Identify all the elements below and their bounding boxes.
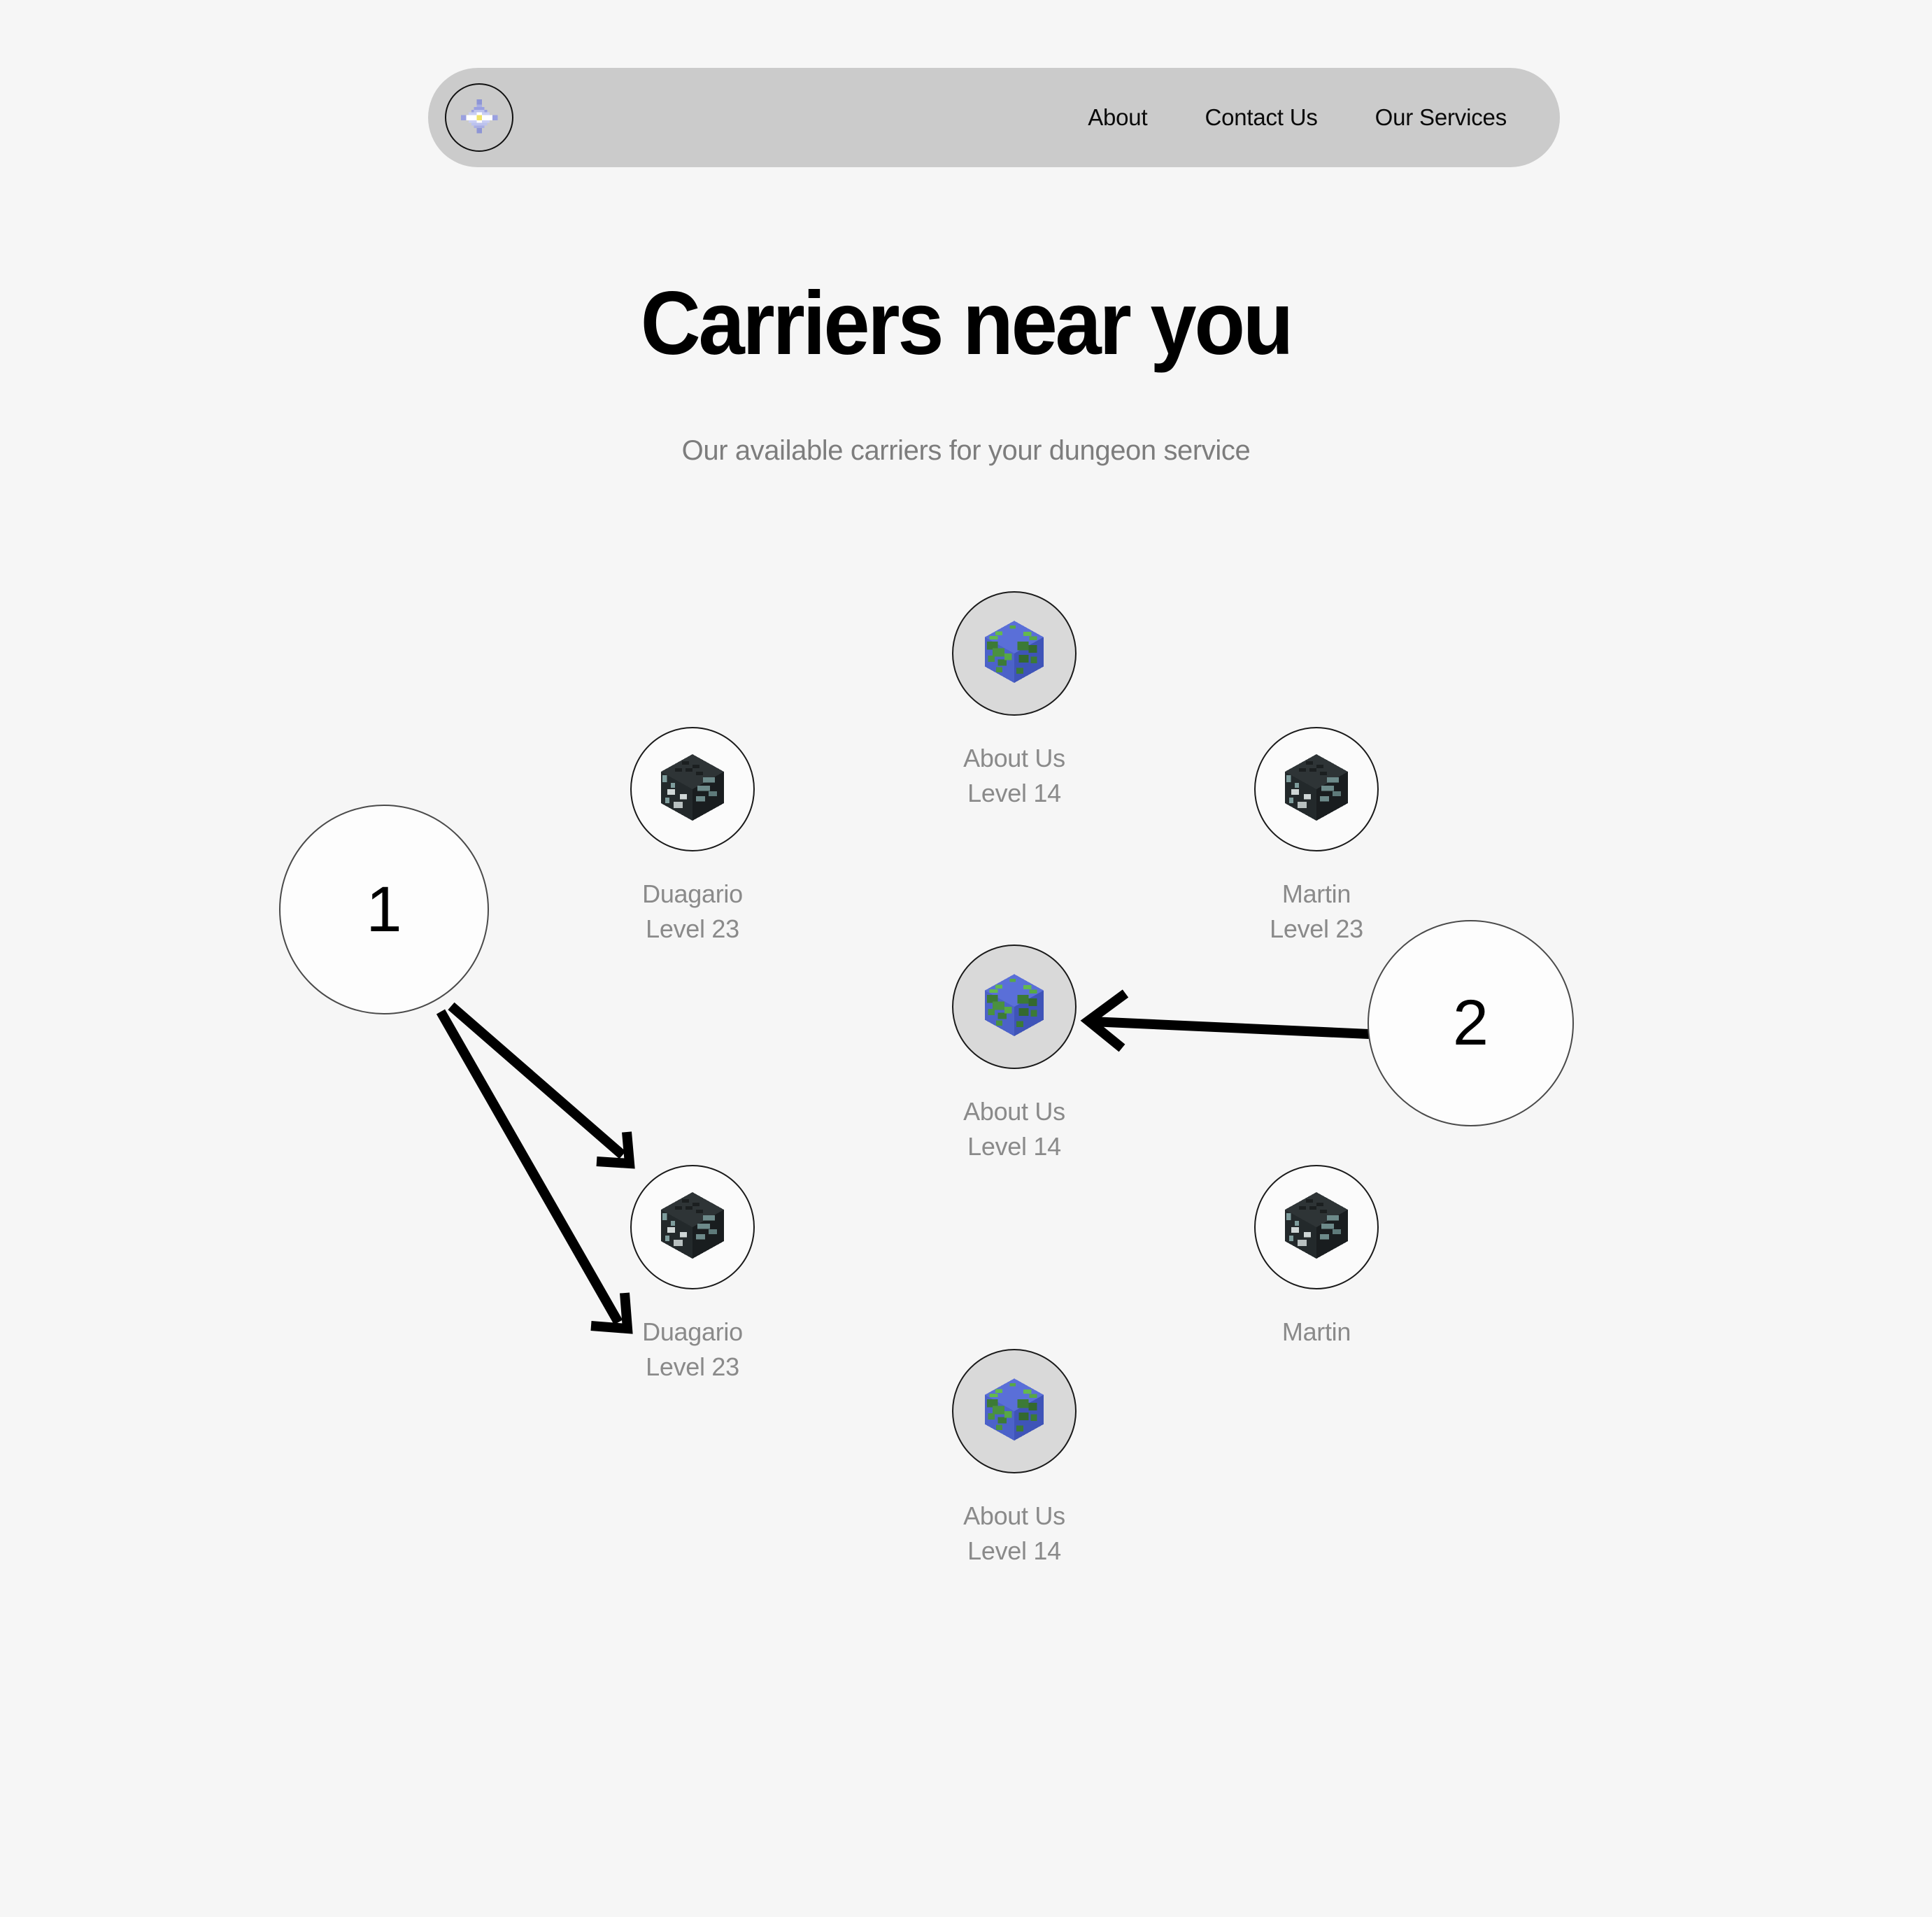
nav-link-our-services[interactable]: Our Services bbox=[1375, 104, 1507, 131]
carrier-name: Martin bbox=[1281, 1317, 1351, 1346]
nether-star-icon bbox=[460, 99, 498, 134]
carrier-card[interactable]: Duagario Level 23 bbox=[581, 1165, 804, 1385]
wither-skull-icon bbox=[661, 754, 724, 821]
avatar bbox=[630, 1165, 755, 1289]
page-subtitle: Our available carriers for your dungeon … bbox=[681, 435, 1251, 466]
carrier-card[interactable]: About Us Level 14 bbox=[902, 591, 1126, 811]
annotation-arrow bbox=[448, 1002, 626, 1159]
carrier-card[interactable]: About Us Level 14 bbox=[902, 1349, 1126, 1569]
carrier-name: Martin bbox=[1281, 879, 1351, 908]
nav-link-contact-us[interactable]: Contact Us bbox=[1205, 104, 1317, 131]
carrier-label: About Us Level 14 bbox=[902, 1499, 1126, 1569]
carrier-card[interactable]: Martin bbox=[1205, 1165, 1428, 1350]
carrier-level: Level 14 bbox=[967, 1536, 1061, 1565]
carrier-label: About Us Level 14 bbox=[902, 741, 1126, 811]
annotation-number: 1 bbox=[366, 873, 402, 945]
annotation-marker-2: 2 bbox=[1368, 920, 1574, 1126]
page-title: Carriers near you bbox=[640, 274, 1294, 374]
carrier-label: Martin Level 23 bbox=[1205, 877, 1428, 947]
annotation-marker-1: 1 bbox=[279, 805, 489, 1014]
wither-skull-icon bbox=[1285, 754, 1348, 821]
carrier-card[interactable]: About Us Level 14 bbox=[902, 945, 1126, 1164]
carrier-level: Level 14 bbox=[967, 779, 1061, 807]
carrier-name: About Us bbox=[963, 1501, 1065, 1530]
carrier-name: Duagario bbox=[642, 1317, 743, 1346]
carrier-level: Level 14 bbox=[967, 1132, 1061, 1161]
annotation-arrow bbox=[1091, 1017, 1370, 1039]
avatar bbox=[952, 1349, 1077, 1473]
carrier-card[interactable]: Duagario Level 23 bbox=[581, 727, 804, 947]
carrier-label: Martin bbox=[1205, 1315, 1428, 1350]
carrier-label: About Us Level 14 bbox=[902, 1094, 1126, 1164]
avatar bbox=[952, 591, 1077, 716]
carrier-card[interactable]: Martin Level 23 bbox=[1205, 727, 1428, 947]
nav-link-about[interactable]: About bbox=[1088, 104, 1147, 131]
annotation-number: 2 bbox=[1452, 987, 1489, 1059]
annotation-arrowhead bbox=[596, 1131, 635, 1169]
carrier-level: Level 23 bbox=[1270, 914, 1363, 943]
avatar bbox=[1254, 727, 1379, 851]
carrier-label: Duagario Level 23 bbox=[581, 877, 804, 947]
carrier-name: About Us bbox=[963, 744, 1065, 772]
avatar bbox=[1254, 1165, 1379, 1289]
page-root: About Contact Us Our Services Carriers n… bbox=[0, 0, 1932, 1917]
earth-cube-icon bbox=[985, 1378, 1044, 1441]
carrier-level: Level 23 bbox=[646, 1352, 739, 1381]
earth-cube-icon bbox=[985, 974, 1044, 1036]
avatar bbox=[952, 945, 1077, 1069]
carrier-label: Duagario Level 23 bbox=[581, 1315, 804, 1385]
logo-button[interactable] bbox=[445, 83, 513, 152]
top-navbar: About Contact Us Our Services bbox=[428, 68, 1560, 167]
carrier-name: About Us bbox=[963, 1097, 1065, 1126]
nav-links: About Contact Us Our Services bbox=[1088, 68, 1507, 167]
avatar bbox=[630, 727, 755, 851]
earth-cube-icon bbox=[985, 621, 1044, 683]
wither-skull-icon bbox=[1285, 1192, 1348, 1259]
wither-skull-icon bbox=[661, 1192, 724, 1259]
carrier-level: Level 23 bbox=[646, 914, 739, 943]
carrier-name: Duagario bbox=[642, 879, 743, 908]
